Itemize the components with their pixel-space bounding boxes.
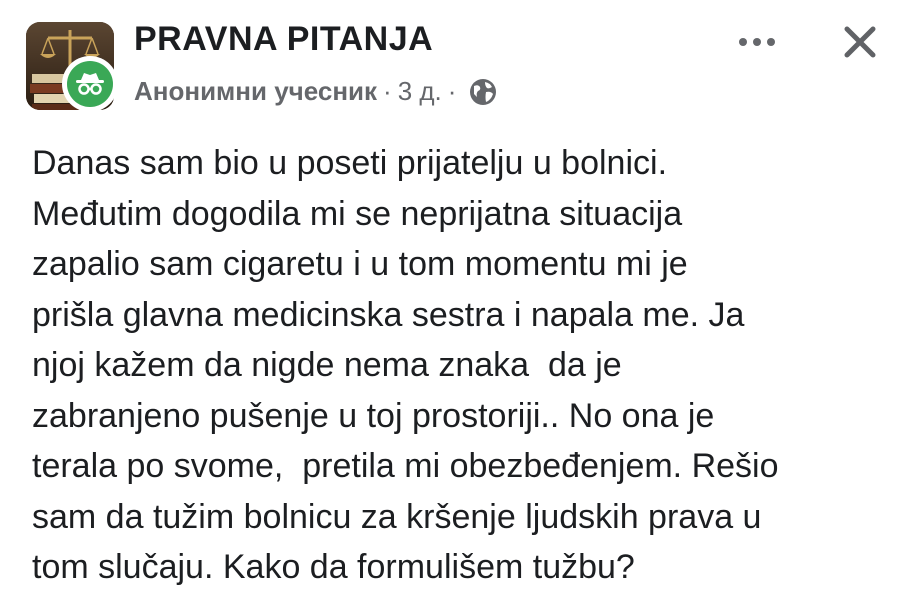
post-text-line: tom slučaju. Kako da formulišem tužbu? — [32, 548, 635, 586]
post-text-line: Danas sam bio u poseti prijatelju u boln… — [32, 144, 668, 182]
post-text-line: terala po svome, pretila mi obezbeđenjem… — [32, 447, 779, 485]
post-text-line: njoj kažem da nigde nema znaka da je — [32, 346, 622, 384]
close-icon — [844, 26, 876, 58]
post-text-line: zabranjeno pušenje u toj prostoriji.. No… — [32, 396, 715, 435]
anonymous-spy-icon — [76, 73, 104, 95]
post-text-line: Međutim dogodila mi se neprijatna situac… — [32, 194, 683, 233]
post-header: PRAVNA PITANJA Анонимни учесник · 3 д. · — [0, 0, 900, 120]
anonymous-badge — [62, 56, 118, 112]
more-options-button[interactable] — [734, 24, 780, 60]
post-text-line: zapalio sam cigaretu i u tom momentu mi … — [32, 245, 688, 283]
meta-separator: · — [447, 76, 457, 106]
post-time[interactable]: 3 д. — [398, 76, 442, 107]
close-button[interactable] — [836, 18, 884, 66]
more-options-icon — [739, 38, 775, 46]
anonymous-badge-circle — [67, 61, 113, 107]
meta-separator: · — [383, 76, 392, 106]
group-name[interactable]: PRAVNA PITANJA — [134, 20, 433, 59]
globe-icon[interactable] — [468, 77, 498, 107]
post-meta: Анонимни учесник · 3 д. · — [134, 76, 498, 107]
author-name[interactable]: Анонимни учесник — [134, 76, 377, 107]
post-text-line: sam da tužim bolnicu za kršenje ljudskih… — [32, 497, 762, 536]
post-text-line: prišla glavna medicinska sestra i napala… — [32, 295, 745, 334]
post-text: Danas sam bio u poseti prijatelju u boln… — [32, 138, 882, 593]
